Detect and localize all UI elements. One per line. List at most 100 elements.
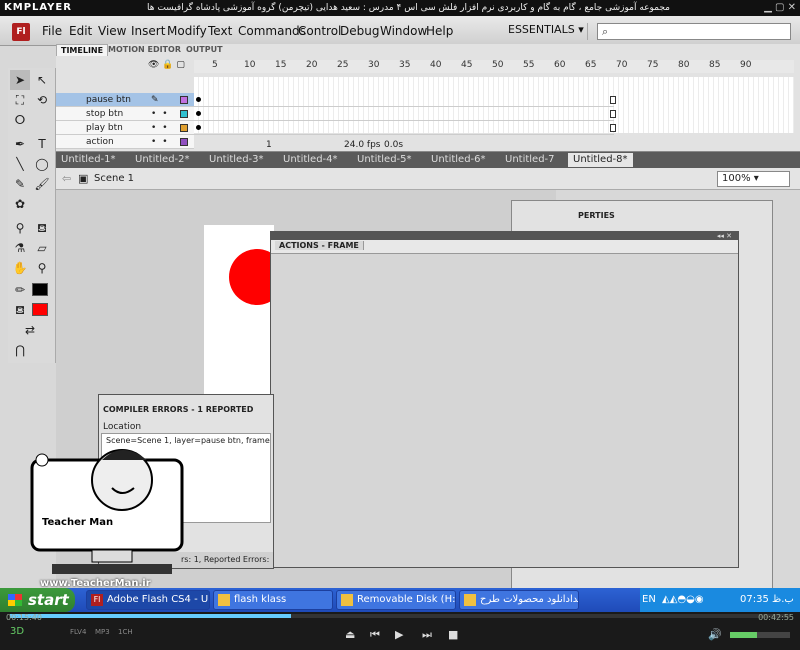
- layer-name: stop btn: [86, 109, 124, 119]
- bone-icon[interactable]: ⚲: [10, 218, 30, 238]
- zoom-select[interactable]: 100% ▾: [717, 171, 790, 187]
- menu-control[interactable]: Control: [298, 24, 341, 38]
- snap-magnet-icon[interactable]: ⋂: [10, 340, 30, 360]
- subselection-tool-icon[interactable]: ↖: [32, 70, 52, 90]
- eyedropper-icon[interactable]: ⚗: [10, 238, 30, 258]
- volume-slider[interactable]: [730, 632, 790, 638]
- pencil-icon[interactable]: ✎: [10, 174, 30, 194]
- layer-color[interactable]: [180, 138, 188, 146]
- seek-fill: [10, 614, 291, 618]
- 3d-badge[interactable]: 3D: [10, 626, 24, 637]
- format-badge: FLV4: [70, 628, 87, 636]
- selection-tool-icon[interactable]: ➤: [10, 70, 30, 90]
- format-badge: 1CH: [118, 628, 133, 636]
- menu-commands[interactable]: Commands: [238, 24, 306, 38]
- tab-untitled-5[interactable]: Untitled-5*: [352, 153, 417, 167]
- frame-num: 35: [399, 60, 411, 70]
- menu-help[interactable]: Help: [426, 24, 453, 38]
- lasso-icon[interactable]: ⵔ: [10, 110, 30, 130]
- tab-untitled-6[interactable]: Untitled-6*: [426, 153, 491, 167]
- layer-color[interactable]: [180, 110, 188, 118]
- task-removable-disk[interactable]: Removable Disk (H:): [336, 590, 456, 610]
- menu-modify[interactable]: Modify: [167, 24, 207, 38]
- layer-pause-btn[interactable]: pause btn ✎: [56, 93, 194, 107]
- fps[interactable]: 24.0 fps: [344, 138, 380, 152]
- stop-icon[interactable]: ■: [448, 628, 458, 641]
- tab-untitled-2[interactable]: Untitled-2*: [130, 153, 195, 167]
- tab-untitled-4[interactable]: Untitled-4*: [278, 153, 343, 167]
- language-indicator[interactable]: EN: [642, 588, 656, 612]
- back-arrow-icon[interactable]: ⇦: [62, 172, 71, 185]
- tab-untitled-8[interactable]: Untitled-8*: [568, 153, 633, 167]
- frame-row: [194, 107, 616, 121]
- layer-name: action: [86, 137, 114, 147]
- elapsed-time: 0.0s: [384, 140, 404, 150]
- 3d-rotation-icon[interactable]: ⟲: [32, 90, 52, 110]
- edit-bar: ⇦ ▣ Scene 1: [56, 168, 800, 190]
- kmplayer-titlebar: KMPLAYER مجموعه آموزشی جامع ، گام به گام…: [0, 0, 800, 16]
- task-downloads[interactable]: مقدادانلود محصولات طرح: [459, 590, 579, 610]
- tab-timeline[interactable]: TIMELINE: [56, 44, 109, 56]
- layer-color[interactable]: [180, 124, 188, 132]
- frame-num: 75: [647, 60, 659, 70]
- zoom-icon[interactable]: ⚲: [32, 258, 52, 278]
- workspace-switcher[interactable]: ESSENTIALS ▾: [508, 23, 588, 40]
- menu-view[interactable]: View: [98, 24, 126, 38]
- eject-icon[interactable]: ⏏: [345, 628, 355, 641]
- layer-stop-btn[interactable]: stop btn ••: [56, 107, 194, 121]
- layer-color[interactable]: [180, 96, 188, 104]
- volume-icon[interactable]: 🔊: [708, 628, 722, 641]
- task-label: flash klass: [234, 594, 287, 605]
- tab-untitled-3[interactable]: Untitled-3*: [204, 153, 269, 167]
- frame-num: 80: [678, 60, 690, 70]
- layer-play-btn[interactable]: play btn ••: [56, 121, 194, 135]
- eraser-icon[interactable]: ▱: [32, 238, 52, 258]
- frame-grid[interactable]: [194, 77, 794, 135]
- menu-window[interactable]: Window: [380, 24, 427, 38]
- menu-text[interactable]: Text: [208, 24, 232, 38]
- task-label: Adobe Flash CS4 - Un...: [107, 594, 209, 605]
- panel-collapse-icon[interactable]: ◂◂ ✕: [717, 232, 732, 240]
- elapsed-time: 00:15:40: [6, 613, 42, 622]
- scene-label[interactable]: Scene 1: [94, 173, 134, 184]
- eye-lock-outline-icons[interactable]: 👁 🔒 ▢: [148, 60, 185, 70]
- oval-tool-icon[interactable]: ◯: [32, 154, 52, 174]
- tab-untitled-1[interactable]: Untitled-1*: [56, 153, 121, 167]
- tab-motion-editor[interactable]: MOTION EDITOR: [104, 44, 185, 56]
- window-controls[interactable]: ▁ ▢ ✕: [764, 0, 796, 16]
- hand-icon[interactable]: ✋: [10, 258, 30, 278]
- paint-bucket-icon[interactable]: ⛾: [32, 218, 52, 238]
- play-icon[interactable]: ▶: [395, 628, 403, 641]
- tray-icons[interactable]: ◭◭◓◒◉: [662, 588, 704, 612]
- timeline-panel: TIMELINE MOTION EDITOR OUTPUT 👁 🔒 ▢ 5 10…: [56, 44, 800, 152]
- task-flash[interactable]: Fl Adobe Flash CS4 - Un...: [86, 590, 210, 610]
- menu-insert[interactable]: Insert: [131, 24, 165, 38]
- free-transform-icon[interactable]: ⛶: [10, 90, 30, 110]
- flash-icon: Fl: [91, 594, 103, 606]
- layer-action[interactable]: action ••: [56, 135, 194, 149]
- tab-untitled-7[interactable]: Untitled-7: [500, 153, 560, 167]
- menu-debug[interactable]: Debug: [340, 24, 379, 38]
- menu-file[interactable]: File: [42, 24, 62, 38]
- frame-num: 30: [368, 60, 380, 70]
- compiler-footer-text: rs: 1, Reported Errors:: [181, 555, 270, 564]
- menu-edit[interactable]: Edit: [69, 24, 92, 38]
- search-input[interactable]: ⌕: [597, 23, 791, 40]
- brush-icon[interactable]: 🖌: [32, 174, 52, 194]
- layer-header: 👁 🔒 ▢: [56, 60, 194, 72]
- fill-swatch[interactable]: [32, 303, 48, 316]
- next-icon[interactable]: ⏭: [422, 628, 432, 642]
- text-tool-icon[interactable]: T: [32, 134, 52, 154]
- frame-num: 50: [492, 60, 504, 70]
- stroke-swatch[interactable]: [32, 283, 48, 296]
- folder-icon: [464, 594, 476, 606]
- deco-icon[interactable]: ✿: [10, 194, 30, 214]
- swap-colors-icon[interactable]: ⇄: [20, 320, 40, 340]
- pen-icon[interactable]: ✒: [10, 134, 30, 154]
- frame-num: 65: [585, 60, 597, 70]
- previous-icon[interactable]: ⏮: [370, 628, 380, 642]
- task-flash-klass[interactable]: flash klass: [213, 590, 333, 610]
- tab-output[interactable]: OUTPUT: [182, 44, 227, 56]
- frame-ruler[interactable]: 5 10 15 20 25 30 35 40 45 50 55 60 65 70…: [194, 60, 794, 73]
- line-tool-icon[interactable]: ╲: [10, 154, 30, 174]
